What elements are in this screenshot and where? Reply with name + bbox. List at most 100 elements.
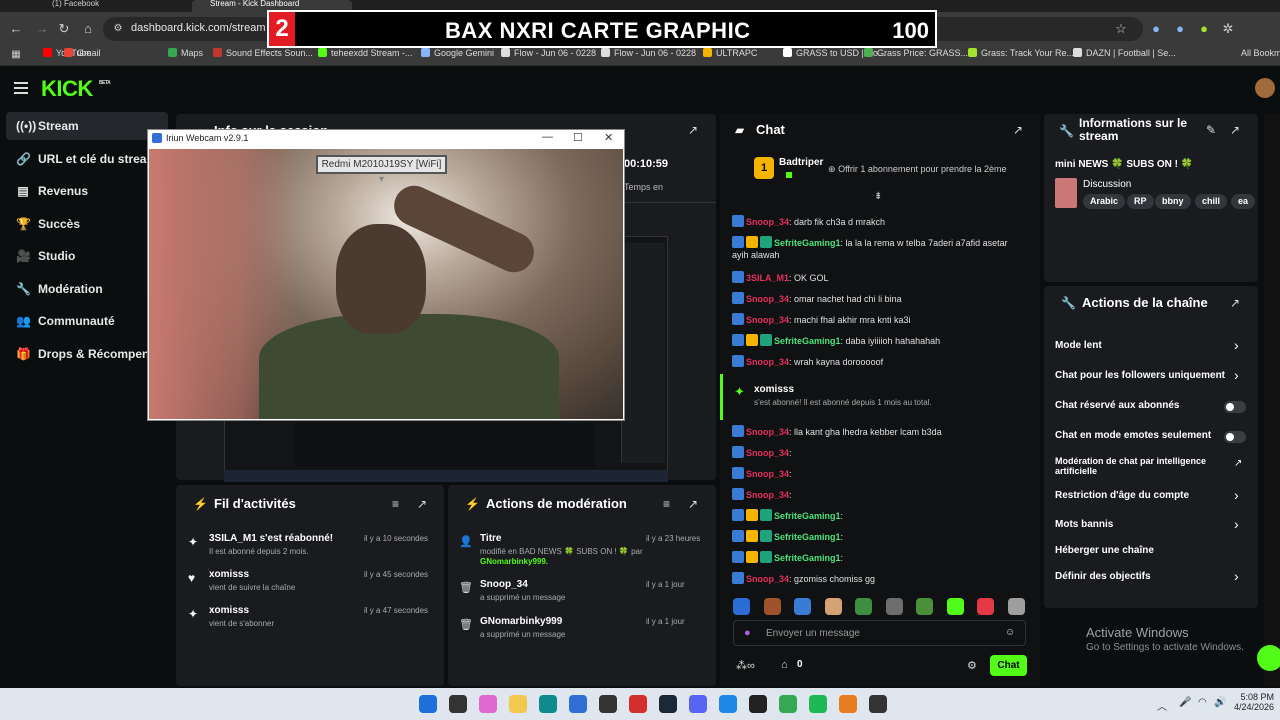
chat-username[interactable]: Snoop_34 [746,294,789,304]
stream-tag[interactable]: Arabic [1083,194,1126,209]
chevron-right-icon[interactable]: › [1234,487,1239,503]
close-icon[interactable]: ✕ [604,131,613,144]
external-link-icon[interactable]: ↗ [1234,458,1242,469]
chat-username[interactable]: Snoop_34 [746,469,789,479]
emote-icon[interactable] [855,598,872,615]
activity-name[interactable]: xomisss [209,605,249,616]
sidebar-item-communaut-[interactable]: 👥 Communauté [6,307,168,335]
category-thumbnail[interactable] [1055,178,1077,208]
bookmark-item[interactable]: Google Gemini [421,48,494,58]
chat-username[interactable]: Snoop_34 [746,574,789,584]
stream-tag[interactable]: RP [1127,194,1154,209]
wifi-icon[interactable]: ◠ [1198,697,1207,708]
emote-icon[interactable] [946,598,964,615]
chrome-icon[interactable] [839,695,857,713]
mod-action-name[interactable]: Titre [480,533,502,544]
chat-username[interactable]: Snoop_34 [746,448,789,458]
sidebar-item-succ-s[interactable]: 🏆 Succès [6,210,168,238]
activity-name[interactable]: 3SILA_M1 s'est réabonné! [209,533,333,544]
channel-action-8[interactable]: Définir des objectifs [1055,571,1151,582]
emote-icon[interactable] [733,598,750,615]
emote-icon[interactable] [977,598,994,615]
bookmark-item[interactable]: DAZN | Football | Se... [1073,48,1176,58]
volume-icon[interactable]: 🔊 [1214,697,1226,708]
chat-collapse-icon[interactable]: ⇟ [874,191,882,202]
stream-tag[interactable]: chill [1195,194,1228,209]
taskbar-clock[interactable]: 5:08 PM 4/24/2026 [1234,692,1274,712]
reload-icon[interactable]: ↻ [56,21,72,37]
bookmark-item[interactable]: Grass Price: GRASS... [864,48,968,58]
chevron-right-icon[interactable]: › [1234,568,1239,584]
bookmark-item[interactable]: Maps [168,48,203,58]
gift-sub-text[interactable]: ⊕ Offrir 1 abonnement pour prendre la 2è… [828,164,1007,175]
extension-icon[interactable]: ● [1172,21,1188,37]
sidebar-item-stream[interactable]: ((•)) Stream [6,112,168,140]
bookmark-item[interactable]: teheexdd Stream -... [318,48,413,58]
mod-action-user[interactable]: GNomarbinky999. [480,557,548,566]
webcam-device-select[interactable]: Redmi M2010J19SY [WiFi] ▾ [316,155,447,185]
extension-icon[interactable]: ● [1148,21,1164,37]
emoji-icon[interactable]: ☺ [1005,627,1015,638]
chat-username[interactable]: 3SILA_M1 [746,273,789,283]
emote-icon[interactable] [794,598,811,615]
emote-icon[interactable] [763,598,781,615]
channel-action-7[interactable]: Héberger une chaîne [1055,545,1154,556]
chevron-right-icon[interactable]: › [1234,516,1239,532]
store-icon[interactable]: ⌂ [781,659,788,671]
popout-icon[interactable]: ↗ [1013,123,1023,137]
chevron-right-icon[interactable]: › [1234,367,1239,383]
home-icon[interactable]: ⌂ [80,21,96,37]
back-icon[interactable]: ← [8,21,24,37]
chat-username[interactable]: Snoop_34 [746,357,789,367]
bookmark-item[interactable]: ULTRAPC [703,48,757,58]
popout-icon[interactable]: ↗ [1230,296,1240,310]
edge-icon[interactable] [539,695,557,713]
send-chat-button[interactable]: Chat [990,655,1027,676]
url-text[interactable]: dashboard.kick.com/stream [131,22,266,34]
extensions-puzzle-icon[interactable]: ✲ [1220,21,1236,37]
mod-action-name[interactable]: Snoop_34 [480,579,528,590]
emote-icon[interactable] [824,598,842,615]
popout-icon[interactable]: ↗ [688,497,698,511]
bookmark-item[interactable]: Sound Effects Soun... [213,48,313,58]
help-fab[interactable] [1257,645,1280,671]
bookmark-star-icon[interactable]: ☆ [1113,21,1129,37]
mic-tray-icon[interactable]: 🎤 [1179,697,1191,708]
chat-username[interactable]: Snoop_34 [746,490,789,500]
windows-start-icon[interactable] [419,695,437,713]
filter-icon[interactable]: ≡ [392,497,399,511]
popout-icon[interactable]: ↗ [1230,123,1240,137]
stream-tag[interactable]: ea [1231,194,1256,209]
bookmark-item[interactable]: Flow - Jun 06 - 0228 [501,48,596,58]
edit-pencil-icon[interactable]: ✎ [1206,123,1216,137]
pinned-user[interactable]: Badtriper [779,157,823,168]
channel-action-0[interactable]: Mode lent [1055,340,1102,351]
toggle-switch[interactable] [1224,401,1246,413]
all-bookmarks[interactable]: All Bookm [1241,48,1280,58]
capcut-icon[interactable] [749,695,767,713]
stream-tag[interactable]: bbny [1155,194,1191,209]
obs-icon[interactable] [599,695,617,713]
sidebar-item-revenus[interactable]: ▤ Revenus [6,177,168,205]
chat-username[interactable]: SefriteGaming1 [774,532,841,542]
chrome-icon[interactable] [779,695,797,713]
extension-icon[interactable]: ● [1196,21,1212,37]
user-avatar[interactable] [1255,78,1275,98]
channel-action-1[interactable]: Chat pour les followers uniquement [1055,370,1225,381]
channel-action-2[interactable]: Chat réservé aux abonnés [1055,400,1180,411]
sidebar-item-studio[interactable]: 🎥 Studio [6,242,168,270]
file-explorer-icon[interactable] [509,695,527,713]
popout-icon[interactable]: ↗ [688,123,698,137]
channel-action-6[interactable]: Mots bannis [1055,519,1113,530]
sidebar-item-mod-ration[interactable]: 🔧 Modération [6,275,168,303]
category-name[interactable]: Discussion [1083,179,1131,190]
apps-grid-icon[interactable]: ▦ [8,47,24,63]
steam-icon[interactable] [659,695,677,713]
toggle-switch[interactable] [1224,431,1246,443]
sub-event-user[interactable]: xomisss [754,384,794,395]
chat-username[interactable]: SefriteGaming1 [774,511,841,521]
chat-username[interactable]: SefriteGaming1 [774,238,841,248]
sidebar-item-url-et-cl-du-stream[interactable]: 🔗 URL et clé du stream [6,145,168,173]
chat-username[interactable]: Snoop_34 [746,315,789,325]
pen-icon[interactable] [449,695,467,713]
